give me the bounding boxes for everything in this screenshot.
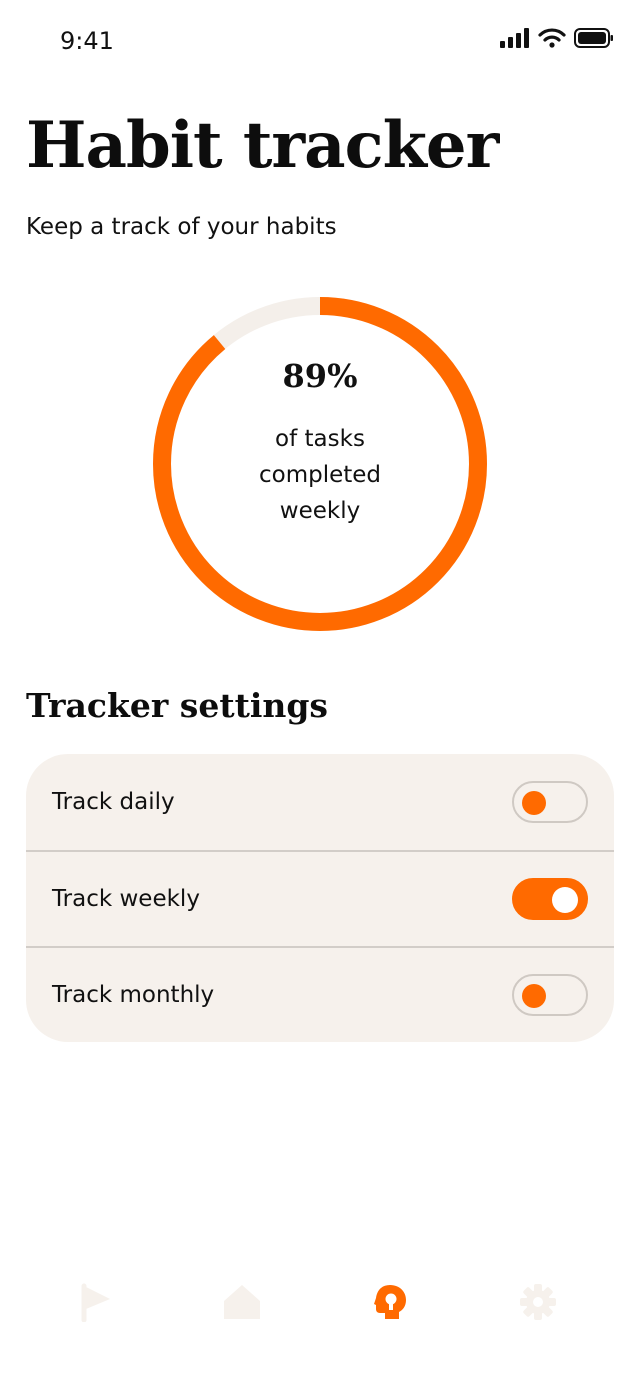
wifi-icon <box>538 28 566 48</box>
setting-label-daily: Track daily <box>52 789 175 815</box>
progress-percent: 89% <box>282 357 358 395</box>
toggle-track-weekly[interactable] <box>512 878 588 920</box>
status-time: 9:41 <box>60 27 114 55</box>
status-bar: 9:41 <box>0 0 640 80</box>
setting-row-daily: Track daily <box>26 754 614 850</box>
setting-row-monthly: Track monthly <box>26 946 614 1042</box>
bottom-nav <box>0 1268 640 1332</box>
progress-ring: 89% of tasks completed weekly <box>152 296 488 632</box>
setting-label-monthly: Track monthly <box>52 982 215 1008</box>
progress-center: 89% of tasks completed weekly <box>152 296 488 632</box>
nav-item-settings[interactable] <box>516 1280 560 1324</box>
home-icon <box>224 1285 260 1319</box>
setting-label-weekly: Track weekly <box>52 886 200 912</box>
nav-item-home[interactable] <box>220 1280 264 1324</box>
progress-caption: of tasks completed weekly <box>258 426 382 524</box>
gear-icon <box>520 1284 556 1320</box>
setting-row-weekly: Track weekly <box>26 850 614 946</box>
tracker-settings-title: Tracker settings <box>26 686 328 725</box>
habit-icon <box>374 1285 406 1319</box>
page-title: Habit tracker <box>26 108 499 183</box>
toggle-track-monthly[interactable] <box>512 974 588 1016</box>
settings-card: Track daily Track weekly Track monthly <box>26 754 614 1042</box>
toggle-knob <box>552 887 578 913</box>
page-subtitle: Keep a track of your habits <box>26 214 337 240</box>
flag-icon <box>81 1283 110 1322</box>
battery-icon <box>574 28 614 48</box>
nav-item-goals[interactable] <box>74 1280 118 1324</box>
toggle-knob <box>522 791 546 815</box>
nav-item-habits[interactable] <box>368 1280 412 1324</box>
toggle-track-daily[interactable] <box>512 781 588 823</box>
toggle-knob <box>522 984 546 1008</box>
status-icons <box>500 28 614 48</box>
signal-icon <box>500 28 530 48</box>
